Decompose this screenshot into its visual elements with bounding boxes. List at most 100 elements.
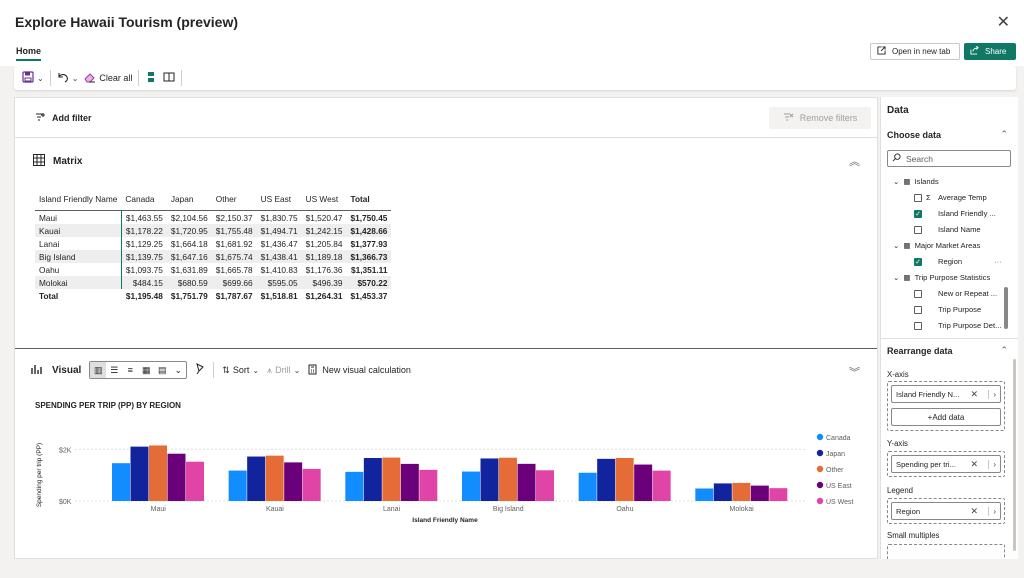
remove-filters-button[interactable]: Remove filters <box>769 107 871 129</box>
stacked-bar-icon[interactable]: ☰ <box>106 362 122 378</box>
add-data-button[interactable]: +Add data <box>891 408 1001 426</box>
tab-home[interactable]: Home <box>16 46 42 61</box>
chevron-up-icon[interactable]: ⌃ <box>1000 345 1008 356</box>
table-row[interactable]: Maui $1,463.55 $2,104.56 $2,150.37 $1,830.75… <box>35 210 392 224</box>
new-visual-calculation-button[interactable]: New visual calculation <box>308 364 411 377</box>
column-header-total[interactable]: Total <box>347 192 392 211</box>
save-button[interactable]: ⌄ <box>22 71 44 85</box>
bar <box>713 483 732 501</box>
clear-all-button[interactable]: Clear all <box>84 71 132 85</box>
add-filter-button[interactable]: Add filter <box>35 112 92 124</box>
chevron-down-icon[interactable]: ⌄ <box>893 177 899 186</box>
column-header[interactable]: US East <box>257 192 302 211</box>
rearrange-data-heading[interactable]: Rearrange data <box>887 346 953 356</box>
row-header: Maui <box>35 210 122 224</box>
row-total-cell: $1,377.93 <box>350 238 388 249</box>
y-axis-field-pill[interactable]: Spending per tri... ✕ › <box>891 455 1001 473</box>
x-axis-field-label: Island Friendly N... <box>896 389 960 399</box>
total-cell: $1,787.67 <box>215 290 253 301</box>
bar <box>302 468 321 501</box>
chevron-up-icon[interactable]: ⌃ <box>1000 129 1008 140</box>
chevron-right-icon[interactable]: › <box>988 506 996 516</box>
x-axis-field-pill[interactable]: Island Friendly N... ✕ › <box>891 385 1001 403</box>
column-header[interactable]: Japan <box>167 192 212 211</box>
field-item[interactable]: ✓ Region ··· <box>914 257 1002 266</box>
chevron-down-icon[interactable]: ⌄ <box>37 74 44 83</box>
bar <box>499 457 517 501</box>
row-header: Lanai <box>35 237 122 250</box>
bar <box>130 446 149 501</box>
search-placeholder: Search <box>906 153 933 164</box>
field-checkbox[interactable]: ✓ <box>914 209 922 218</box>
table-row[interactable]: Big Island $1,139.75 $1,647.16 $1,675.74 $1,… <box>35 250 392 263</box>
small-multiples-well[interactable] <box>887 544 1005 559</box>
chevron-down-icon[interactable]: ⌄ <box>72 74 79 83</box>
field-item[interactable]: Trip Purpose <box>914 305 981 314</box>
choose-data-heading[interactable]: Choose data <box>887 130 941 140</box>
remove-field-icon[interactable]: ✕ <box>970 389 978 400</box>
field-checkbox[interactable] <box>914 289 922 298</box>
field-checkbox[interactable]: ✓ <box>914 257 922 266</box>
table-node[interactable]: ⌄ ▦ Islands <box>893 177 939 186</box>
chevron-down-icon[interactable]: ⌄ <box>893 241 899 250</box>
chevron-down-icon[interactable]: ⌄ <box>893 273 899 282</box>
tab-row: Home Open in new tab Share <box>0 42 1024 66</box>
filter-add-icon <box>35 112 46 124</box>
format-paint-icon[interactable] <box>195 363 205 377</box>
search-input[interactable]: Search <box>887 150 1011 167</box>
table-cell: $699.66 <box>211 276 257 289</box>
table-row[interactable]: Kauai $1,178.22 $1,720.95 $1,755.48 $1,494.7… <box>35 224 392 237</box>
table-row[interactable]: Lanai $1,129.25 $1,664.18 $1,681.92 $1,436.4… <box>35 237 391 250</box>
remove-field-icon[interactable]: ✕ <box>970 506 978 517</box>
chevron-down-icon: ⌄ <box>293 365 301 375</box>
clustered-bar-icon[interactable]: ≡ <box>122 362 138 378</box>
layout-stacked-button[interactable] <box>145 71 157 85</box>
undo-button[interactable]: ⌄ <box>57 71 79 85</box>
new-visual-calculation-label: New visual calculation <box>322 365 411 375</box>
table-row[interactable]: Oahu $1,093.75 $1,631.89 $1,665.78 $1,410.83… <box>35 263 391 276</box>
x-axis-title: Island Friendly Name <box>412 517 478 524</box>
row-header: Oahu <box>35 263 122 276</box>
field-checkbox[interactable] <box>914 321 922 330</box>
field-item[interactable]: ✓ Island Friendly ... <box>914 209 996 218</box>
table-cell: $1,675.74 <box>211 250 257 263</box>
legend-swatch <box>816 449 824 457</box>
column-header[interactable]: Canada <box>121 192 166 211</box>
chevron-right-icon[interactable]: › <box>988 389 996 399</box>
field-checkbox[interactable] <box>914 225 922 234</box>
table-node[interactable]: ⌄ ▦ Major Market Areas <box>893 241 980 250</box>
field-list-scrollbar[interactable] <box>1004 287 1008 329</box>
field-item[interactable]: Σ Average Temp <box>914 193 987 202</box>
sort-button[interactable]: ⇅ Sort ⌄ <box>222 365 259 376</box>
drill-button[interactable]: ⩚ Drill ⌄ <box>267 365 300 376</box>
collapse-visual-icon[interactable]: ︾ <box>849 364 860 380</box>
field-item[interactable]: Trip Purpose Det... <box>914 321 1001 330</box>
visual-toolbar-divider <box>213 362 215 378</box>
more-options-icon[interactable]: ··· <box>994 257 1002 266</box>
column-header[interactable]: Other <box>212 192 257 211</box>
column-header[interactable]: Island Friendly Name <box>35 192 121 211</box>
rearrange-scrollbar[interactable] <box>1013 359 1016 551</box>
field-item[interactable]: Island Name <box>914 225 981 234</box>
total-cell: $1,453.37 <box>350 290 388 301</box>
column-header[interactable]: US West <box>302 192 347 211</box>
open-in-new-tab-button[interactable]: Open in new tab <box>870 43 960 60</box>
column-chart-icon[interactable]: ▦ <box>138 362 154 378</box>
field-checkbox[interactable] <box>914 305 922 314</box>
legend-item: Canada <box>826 435 851 442</box>
table-icon[interactable]: ▤ <box>154 362 170 378</box>
bar <box>578 472 597 501</box>
remove-field-icon[interactable]: ✕ <box>970 459 978 470</box>
chevron-right-icon[interactable]: › <box>988 459 996 469</box>
clustered-column-icon[interactable]: ▥ <box>90 362 107 378</box>
share-button[interactable]: Share <box>964 43 1016 60</box>
field-item[interactable]: New or Repeat ... <box>914 289 997 298</box>
chevron-down-icon[interactable]: ⌄ <box>170 362 186 378</box>
table-row[interactable]: Molokai $484.15 $680.59 $699.66 $595.05 $496.… <box>35 276 392 289</box>
table-node[interactable]: ⌄ ▦ Trip Purpose Statistics <box>893 273 990 282</box>
layout-side-by-side-button[interactable] <box>163 71 175 85</box>
collapse-matrix-icon[interactable]: ︽ <box>849 153 860 169</box>
field-checkbox[interactable] <box>914 193 922 202</box>
close-icon[interactable]: ✕ <box>997 12 1010 32</box>
legend-field-pill[interactable]: Region ✕ › <box>891 502 1001 520</box>
